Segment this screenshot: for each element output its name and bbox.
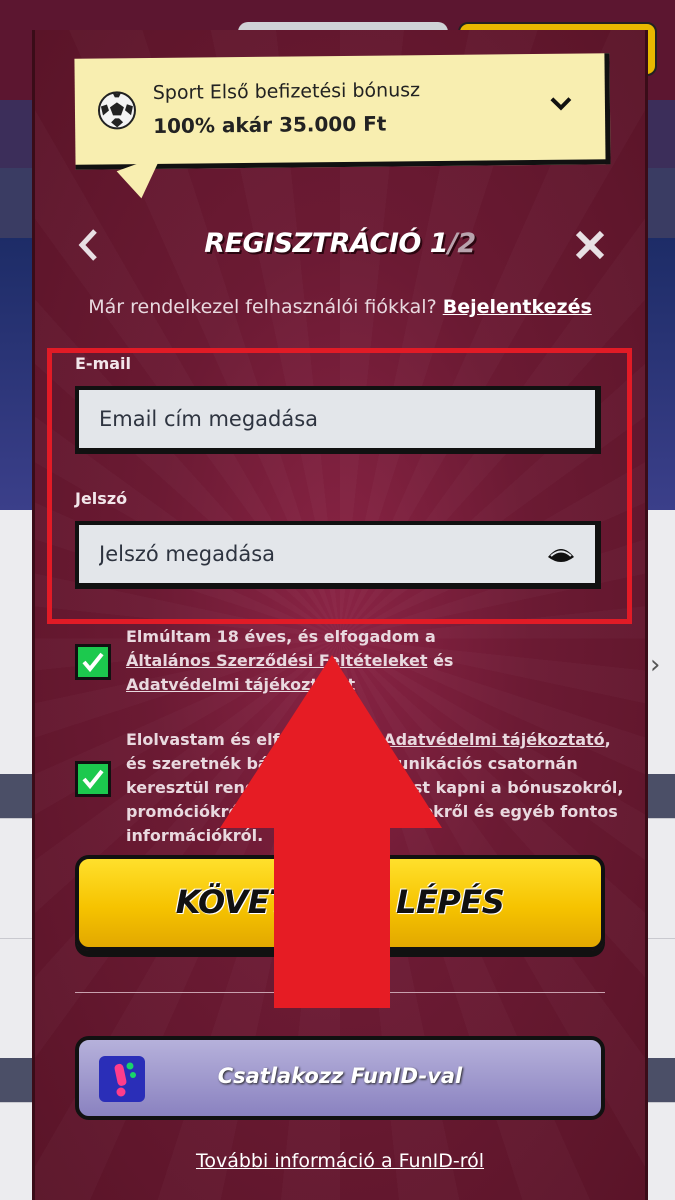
title-slash: /: [448, 228, 458, 259]
age-terms-and: és: [427, 651, 454, 670]
background-chevron-right-icon: ›: [650, 650, 661, 680]
checkmark-icon: [82, 652, 104, 673]
marketing-text: Elolvastam és elfogadom az Adatvédelmi t…: [126, 728, 626, 848]
close-icon[interactable]: [573, 228, 607, 262]
registration-modal: Sport Első befizetési bónusz 100% akár 3…: [32, 30, 648, 1200]
marketing-privacy-link[interactable]: Adatvédelmi tájékoztató: [383, 730, 604, 749]
funid-more-link[interactable]: További információ a FunID-ról: [35, 1150, 645, 1172]
title-step: REGISZTRÁCIÓ 1: [204, 228, 449, 259]
page-title: REGISZTRÁCIÓ 1/2: [35, 228, 645, 259]
login-prompt: Már rendelkezel felhasználói fiókkal? Be…: [35, 296, 645, 318]
age-terms-text: Elmúltam 18 éves, és elfogadom a Általán…: [126, 625, 626, 697]
funid-button[interactable]: Csatlakozz FunID-val: [75, 1036, 605, 1120]
modal-header: REGISZTRÁCIÓ 1/2: [35, 226, 645, 266]
next-step-button[interactable]: KÖVETKEZŐ LÉPÉS: [75, 855, 605, 951]
bonus-title: Sport Első befizetési bónusz: [152, 79, 421, 104]
email-input[interactable]: [79, 390, 595, 448]
next-step-label: KÖVETKEZŐ LÉPÉS: [175, 883, 505, 921]
login-prompt-text: Már rendelkezel felhasználói fiókkal?: [88, 296, 437, 318]
age-terms-checkbox[interactable]: [75, 644, 111, 680]
bonus-amount: 100% akár 35.000 Ft: [153, 111, 387, 138]
eye-icon[interactable]: [547, 545, 575, 565]
soccer-ball-icon: [97, 91, 136, 130]
email-field[interactable]: [75, 386, 601, 454]
login-link[interactable]: Bejelentkezés: [443, 296, 592, 318]
marketing-text-start: Elolvastam és elfogadom az: [126, 730, 384, 749]
email-label: E-mail: [75, 354, 132, 373]
age-terms-line1: Elmúltam 18 éves, és elfogadom a: [126, 627, 436, 646]
password-field[interactable]: [75, 521, 601, 589]
privacy-link[interactable]: Adatvédelmi tájékoztatót: [126, 675, 355, 694]
marketing-checkbox[interactable]: [75, 761, 111, 797]
bonus-banner[interactable]: Sport Első befizetési bónusz 100% akár 3…: [74, 53, 611, 170]
title-total: 2: [457, 228, 476, 259]
checkmark-icon: [82, 769, 104, 790]
password-input[interactable]: [79, 525, 595, 583]
divider: [75, 992, 605, 993]
chevron-down-icon[interactable]: [549, 92, 573, 116]
terms-link[interactable]: Általános Szerződési Feltételeket: [126, 651, 428, 670]
funid-label: Csatlakozz FunID-val: [217, 1064, 463, 1088]
password-label: Jelszó: [75, 489, 128, 508]
